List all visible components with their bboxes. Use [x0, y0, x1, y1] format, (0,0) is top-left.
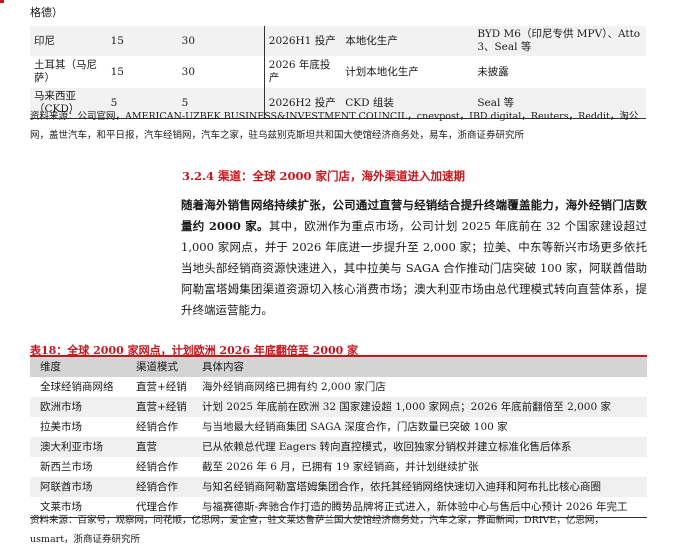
table-row: 土耳其（马尼萨） 15 30 2026 年底投产 计划本地化生产 未披露 — [30, 56, 646, 88]
table-cell: 截至 2026 年 6 月，已拥有 19 家经销商，并计划继续扩张 — [192, 457, 647, 477]
table-cell: 与知名经销商阿勒富塔姆集团合作，依托其经销网络快速切入迪拜和阿布扎比核心商圈 — [192, 477, 647, 497]
paragraph-body: 其中，欧洲作为重点市场，公司计划 2025 年底前在 32 个国家建设超过 1,… — [181, 219, 647, 317]
table-cell: 2026 年底投产 — [263, 56, 342, 88]
table-cell: 直营+经销 — [126, 397, 192, 417]
table-cell: 计划 2025 年底前在欧洲 32 国家建设超 1,000 家网点；2026 年… — [192, 397, 647, 417]
table-cell: 全球经销商网络 — [30, 377, 126, 397]
source-note: 资料来源：公司官网，AMERICAN-UZBEK BUSINESS&INVEST… — [30, 111, 639, 141]
brand-mark — [0, 0, 4, 3]
column-header: 维度 — [30, 357, 126, 377]
column-header: 具体内容 — [192, 357, 647, 377]
table-cell: 计划本地化生产 — [341, 56, 474, 88]
column-header: 渠道模式 — [126, 357, 192, 377]
table-row: 阿联酋市场 经销合作 与知名经销商阿勒富塔姆集团合作，依托其经销网络快速切入迪拜… — [30, 477, 647, 497]
source-note: 资料来源：百家号，观察网，同花顺，亿思网，爱企查，驻文莱达鲁萨兰国大使馆经济商务… — [30, 515, 604, 545]
table-row: 全球经销商网络 直营+经销 海外经销商网络已拥有约 2,000 家门店 — [30, 377, 647, 397]
table-row: 澳大利亚市场 直营 已从依赖总代理 Eagers 转向直控模式，收回独家分销权并… — [30, 437, 647, 457]
table-cell: 30 — [177, 26, 265, 56]
table-cell: 30 — [177, 56, 265, 88]
table-cell: 经销合作 — [126, 457, 192, 477]
table-row: 印尼 15 30 2026H1 投产 本地化生产 BYD M6（印尼专供 MPV… — [30, 26, 646, 56]
table-row: 欧洲市场 直营+经销 计划 2025 年底前在欧洲 32 国家建设超 1,000… — [30, 397, 647, 417]
table-cell: 新西兰市场 — [30, 457, 126, 477]
table-cell: 经销合作 — [126, 477, 192, 497]
table-cell: 阿联酋市场 — [30, 477, 126, 497]
table-cell: 欧洲市场 — [30, 397, 126, 417]
table-cell: 海外经销商网络已拥有约 2,000 家门店 — [192, 377, 647, 397]
table-cell: BYD M6（印尼专供 MPV）、Atto 3、Seal 等 — [473, 26, 646, 56]
table-cell: 土耳其（马尼萨） — [30, 56, 107, 88]
factory-table: 印尼 15 30 2026H1 投产 本地化生产 BYD M6（印尼专供 MPV… — [30, 26, 646, 119]
table-cell: 15 — [106, 26, 178, 56]
table-cell: 澳大利亚市场 — [30, 437, 126, 457]
table-cell: 本地化生产 — [341, 26, 474, 56]
body-paragraph: 随着海外销售网络持续扩张，公司通过直营与经销结合提升终端覆盖能力，海外经销门店数… — [181, 195, 647, 321]
table-cell: 已从依赖总代理 Eagers 转向直控模式，收回独家分销权并建立标准化售后体系 — [192, 437, 647, 457]
channel-table: 维度 渠道模式 具体内容 全球经销商网络 直营+经销 海外经销商网络已拥有约 2… — [30, 357, 647, 518]
table-row: 新西兰市场 经销合作 截至 2026 年 6 月，已拥有 19 家经销商，并计划… — [30, 457, 647, 477]
table-cell: 2026H1 投产 — [263, 26, 342, 56]
table-cell: 未披露 — [473, 56, 646, 88]
table-cell: 与当地最大经销商集团 SAGA 深度合作，门店数量已突破 100 家 — [192, 417, 647, 437]
table-cell: 经销合作 — [126, 417, 192, 437]
table-cell: 拉美市场 — [30, 417, 126, 437]
table-cell: 15 — [106, 56, 178, 88]
table-header-row: 维度 渠道模式 具体内容 — [30, 357, 647, 377]
section-title: 3.2.4 渠道：全球 2000 家门店，海外渠道进入加速期 — [182, 169, 466, 183]
table-fragment-text: 格德） — [30, 6, 63, 19]
table-row: 拉美市场 经销合作 与当地最大经销商集团 SAGA 深度合作，门店数量已突破 1… — [30, 417, 647, 437]
table-cell: 直营+经销 — [126, 377, 192, 397]
table-cell: 印尼 — [30, 26, 107, 56]
table-cell: 直营 — [126, 437, 192, 457]
